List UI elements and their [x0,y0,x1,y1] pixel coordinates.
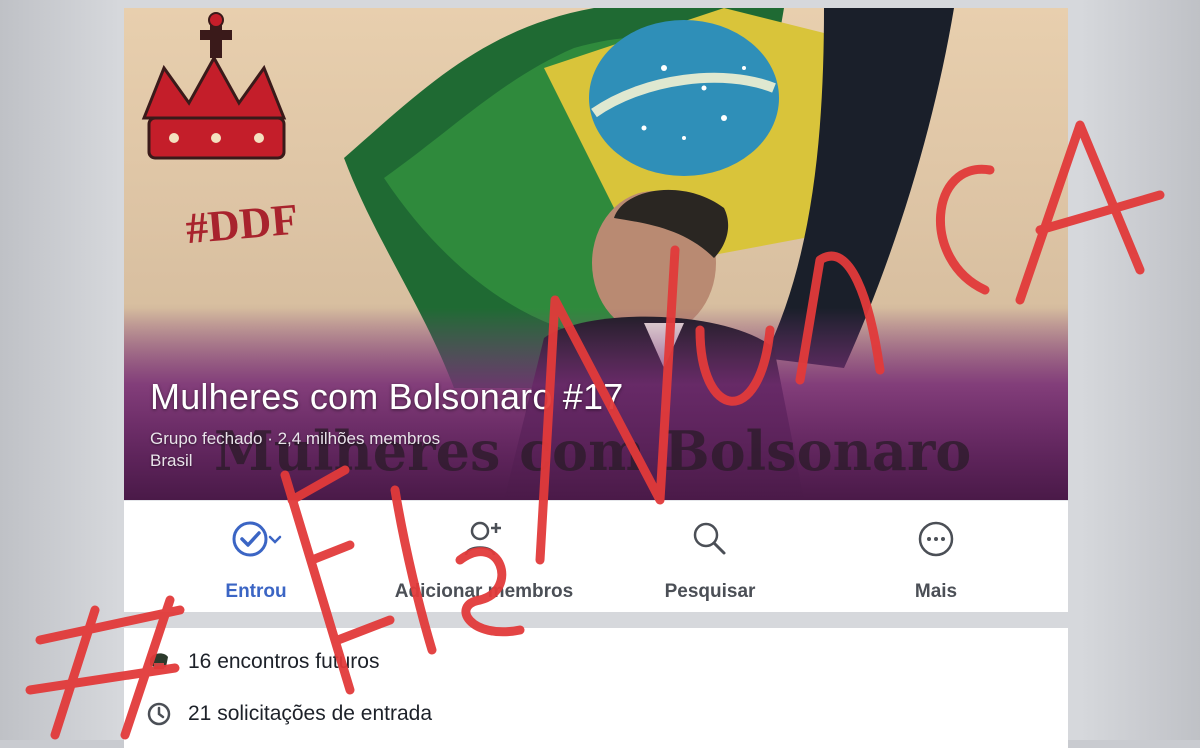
add-members-button[interactable]: Adicionar membros [366,515,602,605]
more-label: Mais [914,581,958,602]
joined-button[interactable]: Entrou [138,515,374,605]
join-requests-row[interactable]: 21 solicitações de entrada [144,694,432,734]
group-action-bar: Entrou Adicionar membros Pesquisar Mais [124,500,1068,612]
events-icon [150,653,168,669]
search-icon [693,522,726,555]
cover-photo: #DDF Mulheres com Bolsonaro Mulheres com… [124,8,1068,500]
group-title: Mulheres com Bolsonaro #17 [150,376,624,417]
group-location: Brasil [150,451,193,470]
clock-icon [147,702,171,726]
group-info: Grupo fechado · 2,4 milhões membros [150,429,441,448]
check-circle-icon [232,521,282,557]
more-button[interactable]: Mais [818,515,1054,605]
upcoming-events-row[interactable]: 16 encontros futuros [144,642,379,682]
upcoming-events-text: 16 encontros futuros [188,650,380,673]
joined-label: Entrou [225,581,287,602]
join-requests-text: 21 solicitações de entrada [188,702,432,725]
cover-artwork: #DDF Mulheres com Bolsonaro [124,8,1068,500]
add-members-label: Adicionar membros [394,581,574,602]
add-user-icon [464,521,501,556]
more-icon [918,521,954,557]
group-info-card: 16 encontros futuros 21 solicitações de … [124,628,1068,748]
group-meta: Grupo fechado · 2,4 milhões membros Bras… [150,428,440,472]
search-label: Pesquisar [664,581,756,602]
logo-text: #DDF [184,195,300,254]
search-button[interactable]: Pesquisar [592,515,828,605]
group-header-card: #DDF Mulheres com Bolsonaro Mulheres com… [124,8,1068,612]
